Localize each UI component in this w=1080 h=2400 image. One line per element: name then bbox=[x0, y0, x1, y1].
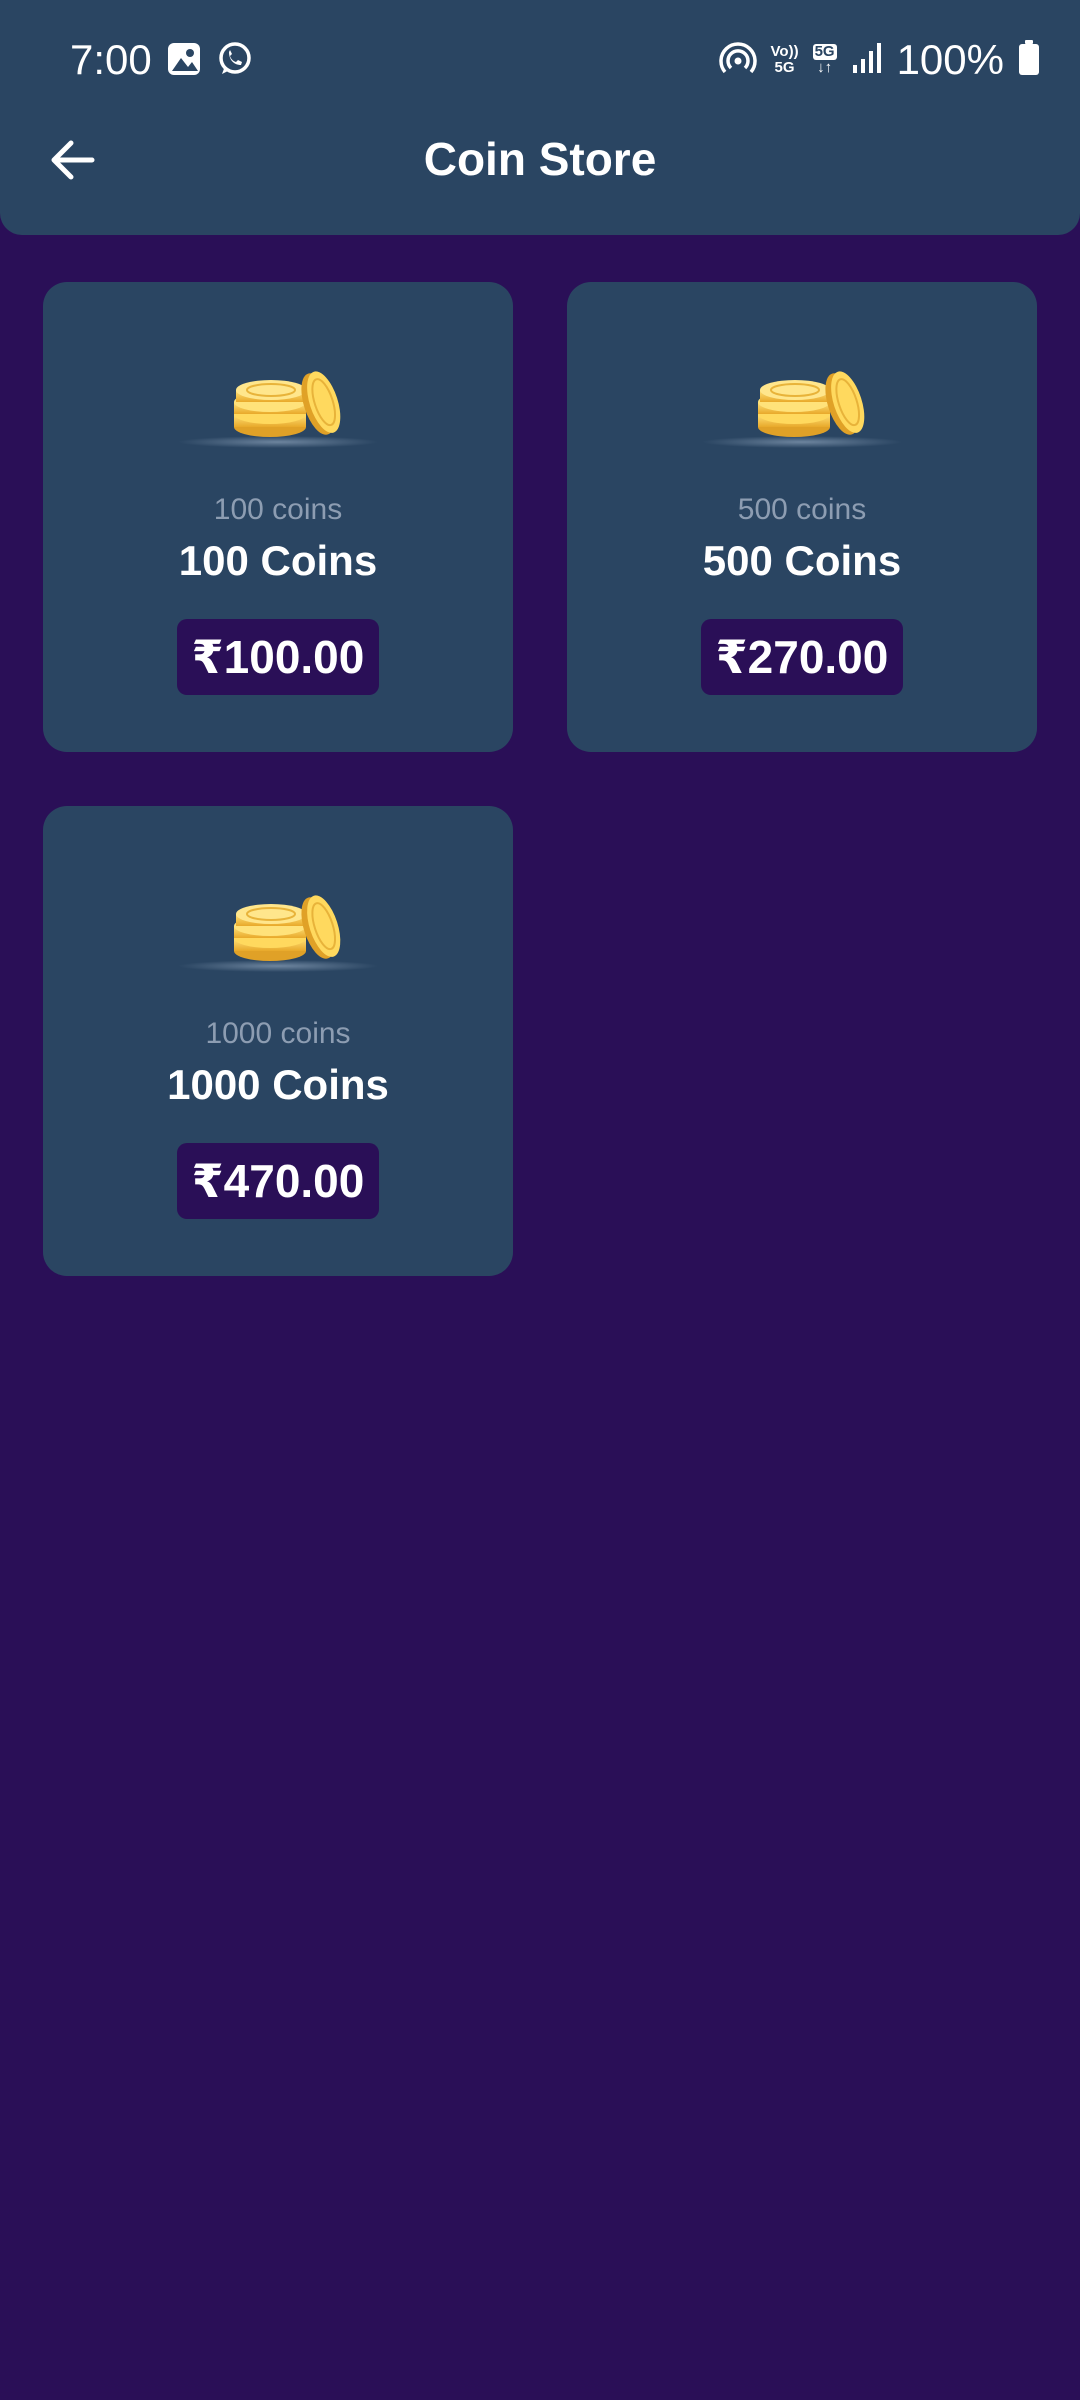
whatsapp-icon bbox=[216, 40, 254, 83]
data-arrows-label: ↓↑ bbox=[817, 59, 833, 76]
price-button[interactable]: ₹270.00 bbox=[701, 619, 903, 695]
package-subtitle: 100 coins bbox=[213, 493, 343, 526]
volte-label: Vo)) bbox=[770, 43, 799, 60]
app-bar: 7:00 Vo)) 5G 5G ↓↑ 100% Coin Store bbox=[0, 0, 1080, 235]
coin-package-grid: 100 coins 100 Coins ₹100.00 500 coins 50… bbox=[43, 282, 1037, 1276]
volte-5g-icon: Vo)) 5G bbox=[771, 44, 799, 76]
5g-data-icon: 5G ↓↑ bbox=[812, 43, 837, 76]
coin-stack-icon bbox=[178, 366, 378, 449]
price-button[interactable]: ₹100.00 bbox=[177, 619, 379, 695]
package-title: 100 Coins bbox=[178, 537, 378, 584]
package-title: 1000 Coins bbox=[167, 1061, 389, 1108]
hotspot-icon bbox=[718, 39, 757, 82]
coin-stack-icon bbox=[178, 890, 378, 973]
package-subtitle: 500 coins bbox=[737, 493, 867, 526]
coin-package-card[interactable]: 100 coins 100 Coins ₹100.00 bbox=[43, 282, 513, 752]
status-time: 7:00 bbox=[70, 36, 152, 83]
volte-5g-label: 5G bbox=[774, 59, 795, 76]
package-subtitle: 1000 coins bbox=[205, 1017, 351, 1050]
battery-icon bbox=[1018, 39, 1040, 81]
package-title: 500 Coins bbox=[702, 537, 902, 584]
coin-package-card[interactable]: 500 coins 500 Coins ₹270.00 bbox=[567, 282, 1037, 752]
status-system-icons: Vo)) 5G 5G ↓↑ 100% bbox=[718, 30, 1040, 90]
status-notification-icons bbox=[166, 40, 254, 83]
signal-icon bbox=[851, 41, 883, 80]
status-bar: 7:00 Vo)) 5G 5G ↓↑ 100% bbox=[0, 0, 1080, 120]
gallery-icon bbox=[166, 41, 202, 82]
coin-package-card[interactable]: 1000 coins 1000 Coins ₹470.00 bbox=[43, 806, 513, 1276]
price-button[interactable]: ₹470.00 bbox=[177, 1143, 379, 1219]
page-title: Coin Store bbox=[423, 133, 657, 185]
data-5g-label: 5G bbox=[812, 43, 837, 60]
battery-percent: 100% bbox=[896, 36, 1004, 83]
coin-stack-icon bbox=[702, 366, 902, 449]
